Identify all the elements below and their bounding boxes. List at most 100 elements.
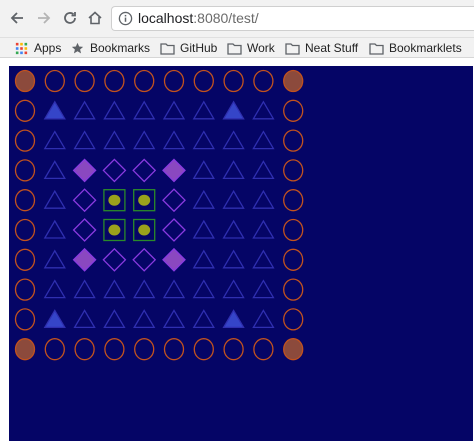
empty-orange-circle — [44, 338, 65, 361]
empty-blue-triangle — [103, 130, 126, 150]
empty-blue-triangle — [133, 309, 156, 329]
empty-orange-circle — [283, 278, 304, 301]
empty-blue-triangle — [103, 309, 126, 329]
empty-blue-triangle — [162, 279, 186, 299]
empty-blue-triangle — [222, 130, 245, 150]
empty-blue-triangle — [192, 309, 215, 329]
folder-icon — [227, 42, 242, 55]
empty-blue-triangle — [73, 100, 96, 120]
bookmark-bookmarks[interactable]: Bookmarks — [70, 40, 150, 56]
empty-blue-triangle — [43, 160, 66, 180]
empty-purple-diamond — [162, 188, 186, 213]
home-button[interactable] — [84, 7, 106, 29]
olive-blob — [108, 224, 121, 236]
folder-icon — [285, 42, 300, 55]
empty-orange-circle — [283, 308, 304, 331]
home-icon — [88, 11, 102, 25]
empty-blue-triangle — [252, 309, 275, 329]
empty-purple-diamond — [162, 218, 186, 242]
bookmark-github[interactable]: GitHub — [160, 40, 217, 56]
forward-button[interactable] — [33, 7, 55, 29]
empty-orange-circle — [14, 99, 36, 122]
empty-blue-triangle — [133, 100, 156, 120]
bookmarks-bar: Apps Bookmarks GitHub Work Neat Stuff Bo… — [0, 38, 474, 58]
filled-blue-triangle — [222, 100, 245, 120]
empty-blue-triangle — [162, 100, 186, 120]
empty-blue-triangle — [252, 100, 275, 120]
empty-blue-triangle — [222, 189, 245, 209]
back-button[interactable] — [6, 7, 28, 29]
empty-blue-triangle — [252, 219, 275, 239]
empty-blue-triangle — [73, 309, 96, 329]
empty-blue-triangle — [192, 279, 215, 299]
bookmark-apps[interactable]: Apps — [14, 40, 61, 56]
empty-orange-circle — [134, 338, 155, 361]
empty-blue-triangle — [192, 219, 215, 239]
empty-blue-triangle — [192, 189, 215, 209]
filled-purple-diamond — [72, 247, 97, 272]
empty-orange-circle — [14, 248, 36, 271]
empty-orange-circle — [74, 69, 95, 93]
empty-blue-triangle — [43, 279, 66, 299]
empty-orange-circle — [14, 278, 36, 301]
empty-purple-diamond — [132, 158, 157, 183]
empty-orange-circle — [283, 99, 304, 122]
olive-blob — [138, 224, 151, 236]
url-path: :8080/test/ — [193, 10, 259, 26]
folder-icon — [160, 42, 175, 55]
reload-button[interactable] — [59, 7, 81, 29]
empty-blue-triangle — [73, 130, 96, 150]
filled-purple-diamond — [162, 158, 186, 183]
apps-grid-icon — [15, 42, 28, 54]
empty-orange-circle — [193, 338, 214, 361]
empty-orange-circle — [253, 69, 274, 93]
empty-blue-triangle — [192, 249, 215, 269]
empty-orange-circle — [44, 69, 65, 93]
empty-orange-circle — [74, 338, 95, 361]
page-content — [0, 59, 474, 441]
bookmark-label: Bookmarklets — [389, 41, 462, 55]
filled-orange-circle — [283, 69, 304, 93]
empty-blue-triangle — [133, 279, 156, 299]
game-canvas[interactable] — [9, 66, 473, 441]
empty-blue-triangle — [222, 279, 245, 299]
olive-blob — [108, 194, 121, 206]
url-text[interactable]: localhost:8080/test/ — [138, 10, 259, 26]
folder-icon — [369, 42, 384, 55]
forward-arrow-icon — [38, 12, 51, 24]
empty-purple-diamond — [72, 218, 97, 242]
empty-blue-triangle — [252, 249, 275, 269]
empty-blue-triangle — [103, 100, 126, 120]
game-board[interactable] — [9, 66, 473, 441]
filled-orange-circle — [14, 69, 36, 93]
bookmark-bookmarklets[interactable]: Bookmarklets — [369, 40, 462, 56]
bookmark-label: Bookmarks — [90, 41, 151, 55]
bookmark-label: Work — [247, 41, 275, 55]
empty-blue-triangle — [43, 130, 66, 150]
empty-blue-triangle — [252, 189, 275, 209]
empty-orange-circle — [253, 338, 274, 361]
filled-blue-triangle — [43, 309, 66, 329]
empty-orange-circle — [223, 69, 244, 93]
empty-blue-triangle — [192, 100, 215, 120]
filled-orange-circle — [14, 338, 36, 361]
empty-purple-diamond — [102, 247, 127, 272]
bookmark-label: Neat Stuff — [305, 41, 359, 55]
empty-orange-circle — [283, 159, 304, 182]
filled-purple-diamond — [162, 247, 186, 272]
bookmark-neat-stuff[interactable]: Neat Stuff — [285, 40, 358, 56]
bookmark-label: Apps — [34, 41, 62, 55]
info-icon[interactable] — [118, 11, 133, 26]
empty-orange-circle — [104, 338, 125, 361]
bookmark-work[interactable]: Work — [227, 40, 275, 56]
empty-orange-circle — [14, 218, 36, 242]
bookmark-label: GitHub — [180, 41, 218, 55]
empty-blue-triangle — [43, 189, 66, 209]
url-host: localhost — [138, 10, 194, 26]
empty-orange-circle — [104, 69, 125, 93]
empty-orange-circle — [163, 338, 185, 361]
empty-blue-triangle — [133, 130, 156, 150]
empty-blue-triangle — [222, 249, 245, 269]
address-bar[interactable]: localhost:8080/test/ — [111, 6, 474, 31]
empty-purple-diamond — [72, 188, 97, 213]
